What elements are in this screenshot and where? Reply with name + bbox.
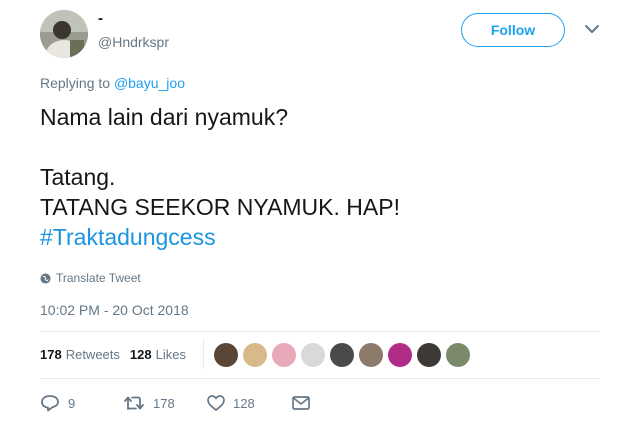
like-button[interactable]: 128 (207, 395, 292, 411)
liker-avatar[interactable] (330, 343, 354, 367)
chevron-down-icon[interactable] (583, 20, 601, 38)
liker-avatar[interactable] (272, 343, 296, 367)
translate-tweet-label: Translate Tweet (56, 271, 141, 285)
divider (40, 331, 600, 332)
reply-count: 9 (68, 395, 76, 411)
heart-icon (207, 395, 225, 411)
retweets-label: Retweets (65, 347, 120, 362)
retweets-count: 178 (40, 347, 62, 362)
direct-message-button[interactable] (292, 396, 310, 410)
likes-stat[interactable]: 128 Likes (130, 347, 186, 362)
replying-to: Replying to @bayu_joo (40, 75, 185, 91)
hashtag-link[interactable]: #Traktadungcess (40, 222, 600, 252)
retweet-count: 178 (153, 395, 175, 411)
tweet-text-line: Nama lain dari nyamuk? (40, 104, 289, 130)
liker-avatar[interactable] (359, 343, 383, 367)
tweet-text-line: TATANG SEEKOR NYAMUK. HAP! (40, 194, 400, 220)
like-count: 128 (233, 395, 255, 411)
divider (40, 378, 600, 379)
follow-button[interactable]: Follow (461, 13, 565, 47)
avatar-image (40, 10, 88, 58)
retweet-button[interactable]: 178 (123, 395, 207, 411)
user-handle[interactable]: @Hndrkspr (98, 34, 169, 50)
likes-label: Likes (155, 347, 186, 362)
retweet-icon (124, 396, 144, 410)
translate-tweet-link[interactable]: Translate Tweet (40, 271, 141, 285)
liker-avatar[interactable] (214, 343, 238, 367)
tweet-text: Nama lain dari nyamuk? Tatang. TATANG SE… (40, 102, 600, 252)
liker-avatars (214, 343, 470, 367)
avatar[interactable] (40, 10, 88, 58)
liker-avatar[interactable] (417, 343, 441, 367)
retweets-stat[interactable]: 178 Retweets (40, 347, 120, 362)
replying-to-link[interactable]: @bayu_joo (114, 75, 185, 91)
tweet-timestamp[interactable]: 10:02 PM - 20 Oct 2018 (40, 302, 189, 318)
tweet-text-line: Tatang. (40, 164, 116, 190)
tweet-stats: 178 Retweets 128 Likes (40, 347, 196, 362)
likes-count: 128 (129, 347, 152, 362)
liker-avatar[interactable] (243, 343, 267, 367)
liker-avatar[interactable] (446, 343, 470, 367)
display-name[interactable]: - (98, 10, 103, 27)
liker-avatar[interactable] (388, 343, 412, 367)
liker-avatar[interactable] (301, 343, 325, 367)
reply-button[interactable]: 9 (40, 394, 123, 412)
envelope-icon (292, 396, 310, 410)
replying-to-prefix: Replying to (40, 75, 111, 91)
globe-icon (40, 272, 51, 284)
reply-icon (41, 395, 59, 412)
divider (203, 339, 204, 369)
tweet-actions: 9 178 128 (40, 394, 310, 412)
